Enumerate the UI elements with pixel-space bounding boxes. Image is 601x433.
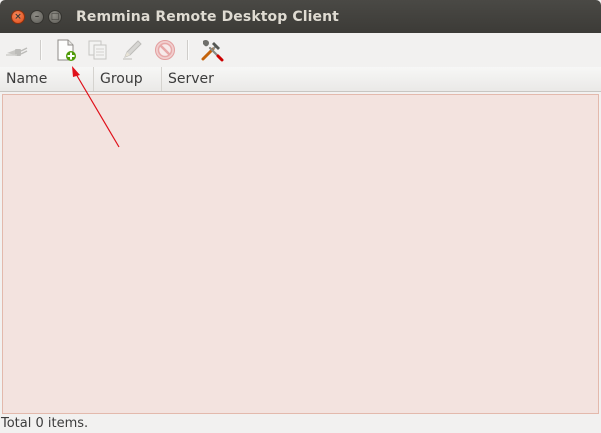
connection-list[interactable] <box>2 94 599 414</box>
minimize-icon: – <box>34 12 40 22</box>
tools-preferences-icon <box>201 39 224 62</box>
close-icon: × <box>14 12 22 22</box>
connect-button[interactable] <box>5 38 29 62</box>
delete-connection-button[interactable] <box>153 38 177 62</box>
column-header-server[interactable]: Server <box>161 67 601 91</box>
plug-connect-icon <box>6 47 28 56</box>
toolbar-separator <box>40 40 42 60</box>
new-document-add-icon <box>57 39 76 61</box>
connection-list-header: Name Group Server <box>0 67 601 92</box>
status-bar: Total 0 items. <box>1 416 89 431</box>
column-header-name[interactable]: Name <box>0 67 95 91</box>
toolbar-separator <box>187 40 189 60</box>
pencil-edit-icon <box>123 40 142 60</box>
preferences-button[interactable] <box>200 38 224 62</box>
copy-connection-button[interactable] <box>86 38 110 62</box>
window-titlebar[interactable]: × – □ Remmina Remote Desktop Client <box>0 0 601 33</box>
window-title: Remmina Remote Desktop Client <box>76 9 339 25</box>
column-header-group[interactable]: Group <box>93 67 163 91</box>
maximize-icon: □ <box>50 12 60 22</box>
toolbar <box>0 33 601 67</box>
edit-connection-button[interactable] <box>120 38 144 62</box>
new-connection-button[interactable] <box>54 38 78 62</box>
minimize-window-button[interactable]: – <box>30 10 44 24</box>
no-entry-delete-icon <box>155 40 175 60</box>
close-window-button[interactable]: × <box>11 10 25 24</box>
copy-icon <box>88 40 107 60</box>
maximize-window-button[interactable]: □ <box>48 10 62 24</box>
